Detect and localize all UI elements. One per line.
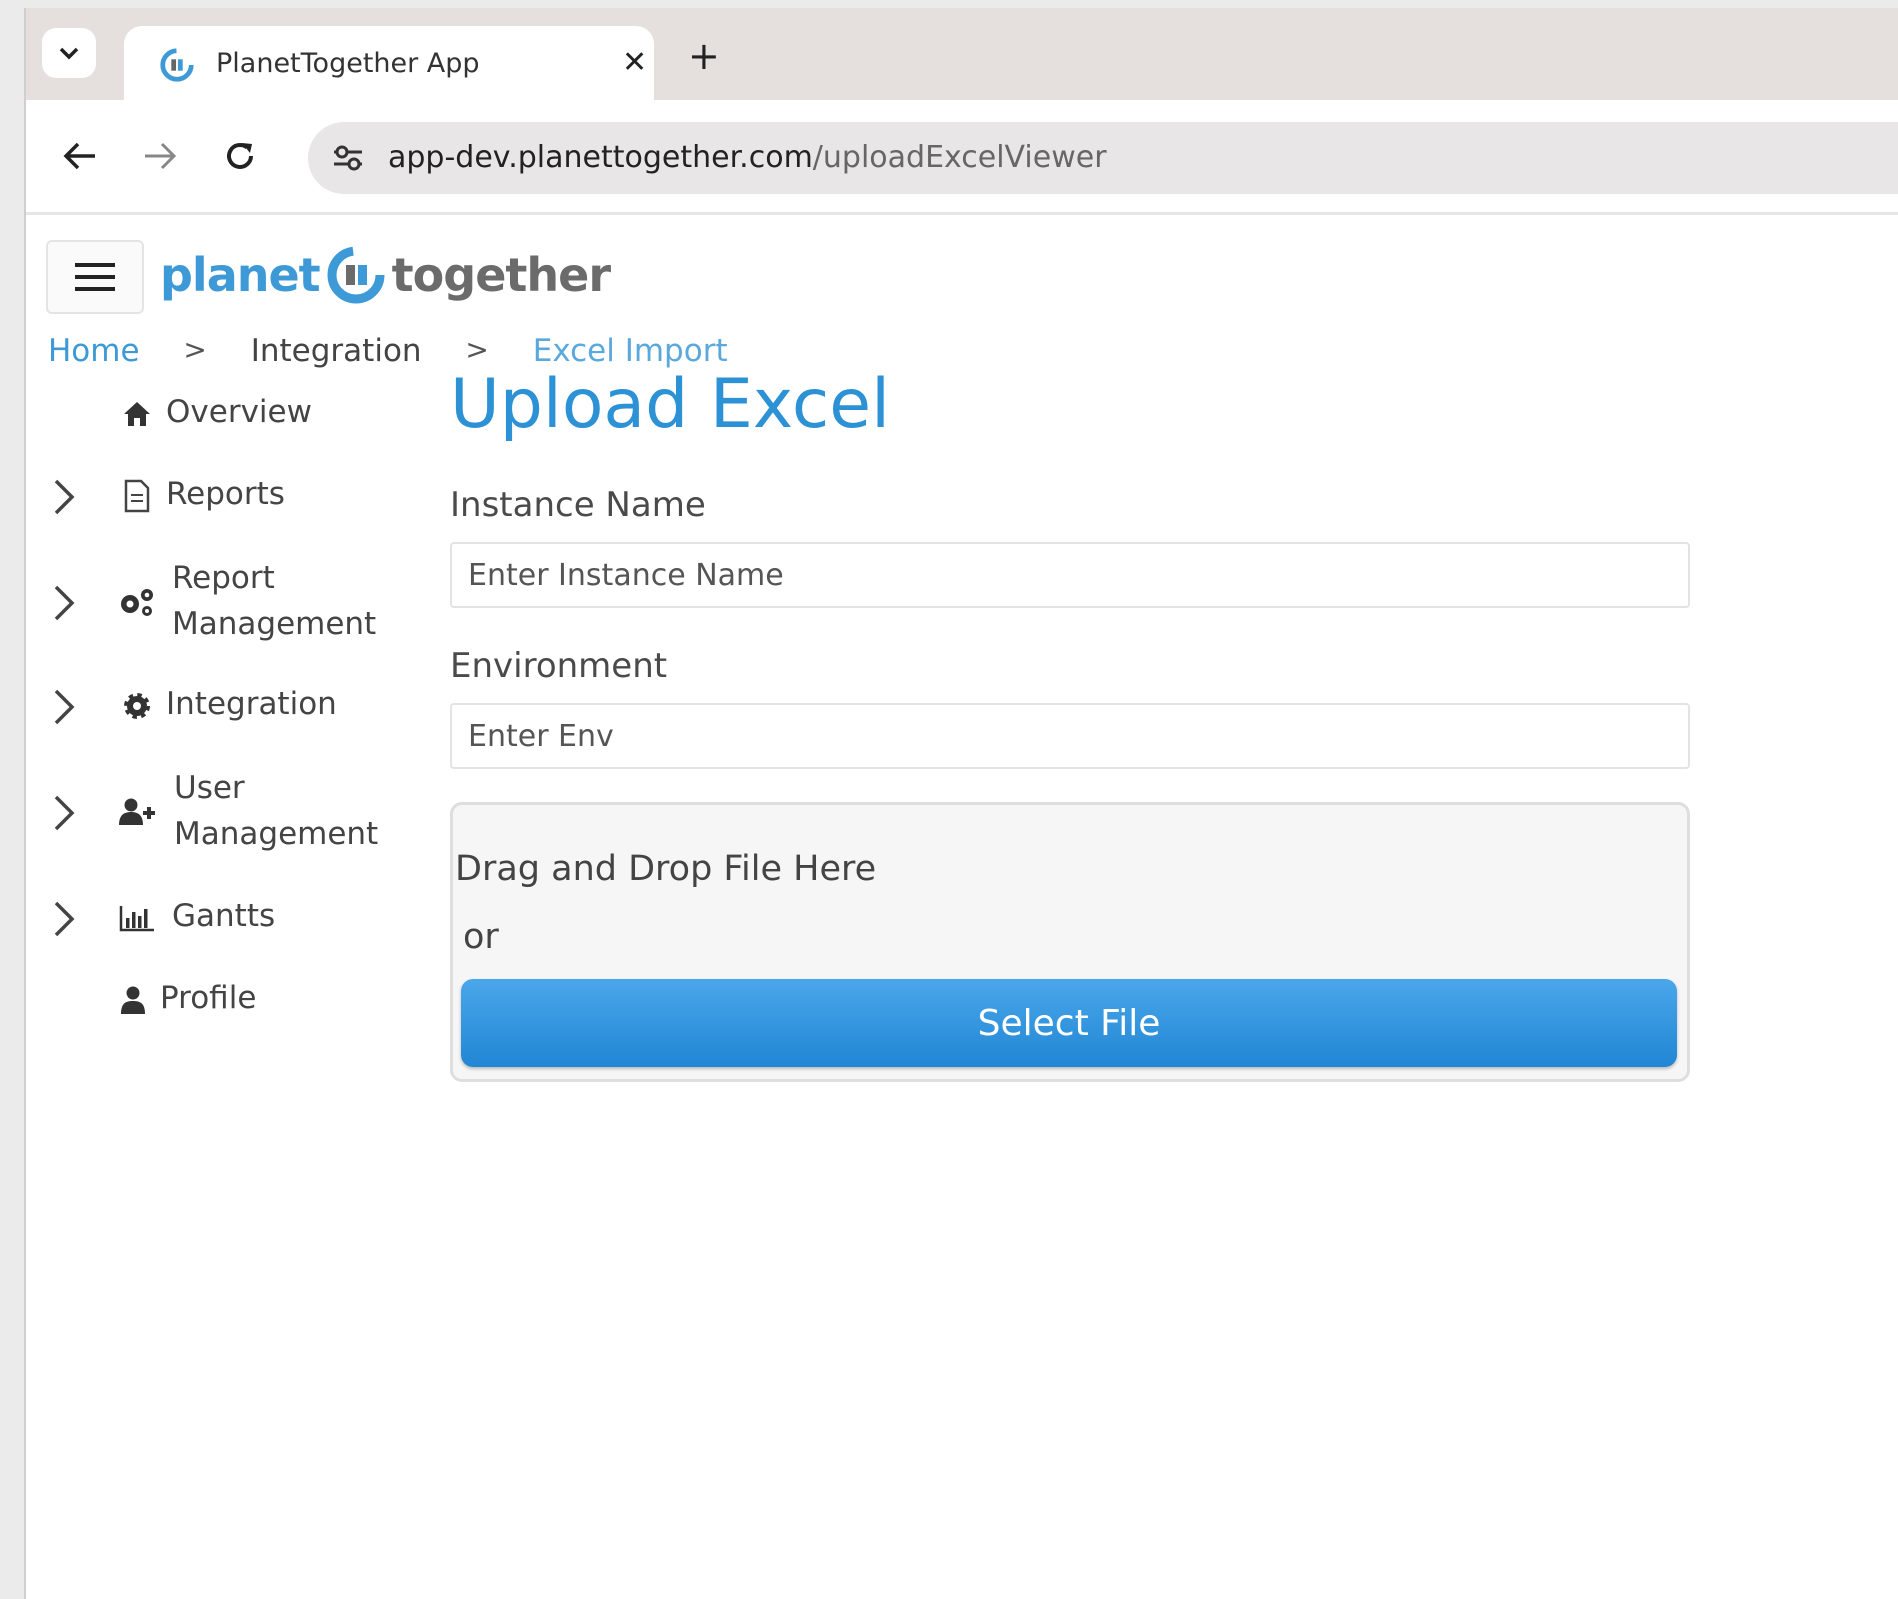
cogs-icon (118, 583, 156, 621)
sidebar-item-label-line1: Report (172, 560, 275, 596)
logo-text-planet: planet (160, 248, 321, 302)
menu-toggle-button[interactable] (46, 240, 144, 314)
instance-name-label: Instance Name (450, 485, 706, 525)
app-content: planet together Home > Integration > Exc… (26, 215, 1898, 1599)
sidebar-item-label: Profile (160, 980, 257, 1016)
sidebar-item-label-line2: Management (172, 606, 377, 642)
tab-close-button[interactable]: ✕ (622, 46, 647, 80)
chevron-right-icon (54, 689, 75, 725)
select-file-button[interactable]: Select File (461, 979, 1677, 1067)
user-icon (114, 981, 152, 1019)
planettogether-favicon-icon (160, 48, 194, 82)
reload-button[interactable] (216, 132, 264, 180)
sidebar-item-gantts[interactable]: Gantts (26, 889, 386, 949)
back-button[interactable] (56, 132, 104, 180)
url-host: app-dev.planettogether.com (388, 140, 813, 175)
tune-icon (334, 145, 362, 171)
chevron-right-icon (54, 901, 75, 937)
arrow-left-icon (63, 142, 95, 170)
sidebar-item-label: Overview (166, 394, 312, 430)
new-tab-button[interactable]: + (688, 37, 720, 75)
chevron-right-icon (54, 479, 75, 515)
gear-icon (118, 687, 156, 725)
sidebar-item-reports[interactable]: Reports (26, 467, 386, 527)
file-dropzone[interactable]: Drag and Drop File Here or Select File (450, 802, 1690, 1082)
bar-chart-icon (118, 899, 156, 937)
browser-tab[interactable]: PlanetTogether App ✕ (124, 26, 654, 100)
sidebar-item-label-line2: Management (174, 816, 379, 852)
hamburger-icon (75, 263, 115, 291)
environment-input[interactable] (450, 703, 1690, 769)
sidebar-item-label: Reports (166, 476, 285, 512)
tab-strip: PlanetTogether App ✕ + (26, 8, 1898, 100)
forward-button[interactable] (136, 132, 184, 180)
sidebar-item-user-management[interactable]: User Management (26, 765, 386, 861)
logo-text-together: together (391, 248, 611, 302)
sidebar-item-label-line1: User (174, 770, 245, 806)
document-icon (118, 477, 156, 515)
browser-window: PlanetTogether App ✕ + app-dev.planettog… (24, 8, 1898, 1599)
page-title: Upload Excel (450, 365, 891, 444)
instance-name-input[interactable] (450, 542, 1690, 608)
planettogether-logo[interactable]: planet together (160, 239, 611, 311)
environment-label: Environment (450, 646, 668, 686)
breadcrumb-home[interactable]: Home (48, 333, 140, 369)
sidebar-item-label: Integration (166, 686, 337, 722)
tab-title: PlanetTogether App (216, 48, 480, 79)
chevron-right-icon (54, 795, 75, 831)
breadcrumb-integration[interactable]: Integration (251, 333, 422, 369)
url-text[interactable]: app-dev.planettogether.com/uploadExcelVi… (388, 140, 1107, 175)
sidebar-item-profile[interactable]: Profile (26, 971, 386, 1031)
arrow-right-icon (145, 142, 177, 170)
url-path: /uploadExcelViewer (812, 140, 1107, 175)
sidebar-item-overview[interactable]: Overview (26, 385, 386, 445)
chevron-down-icon (59, 47, 79, 60)
chevron-right-icon (54, 585, 75, 621)
user-add-icon (118, 793, 156, 831)
breadcrumb-separator: > (465, 333, 489, 366)
breadcrumb-separator: > (183, 333, 207, 366)
site-info-button[interactable] (328, 138, 368, 178)
breadcrumb: Home > Integration > Excel Import (48, 331, 728, 369)
dropzone-text: Drag and Drop File Here (455, 849, 877, 889)
planettogether-logo-icon (327, 246, 385, 304)
sidebar-item-label: Gantts (172, 898, 276, 934)
address-bar[interactable]: app-dev.planettogether.com/uploadExcelVi… (308, 122, 1898, 194)
browser-toolbar: app-dev.planettogether.com/uploadExcelVi… (26, 100, 1898, 215)
sidebar-item-report-management[interactable]: Report Management (26, 555, 386, 651)
sidebar-item-integration[interactable]: Integration (26, 677, 386, 737)
home-icon (118, 395, 156, 433)
reload-icon (227, 143, 253, 169)
tab-search-button[interactable] (42, 28, 96, 78)
breadcrumb-excel-import: Excel Import (532, 332, 728, 369)
dropzone-or-text: or (463, 917, 499, 957)
